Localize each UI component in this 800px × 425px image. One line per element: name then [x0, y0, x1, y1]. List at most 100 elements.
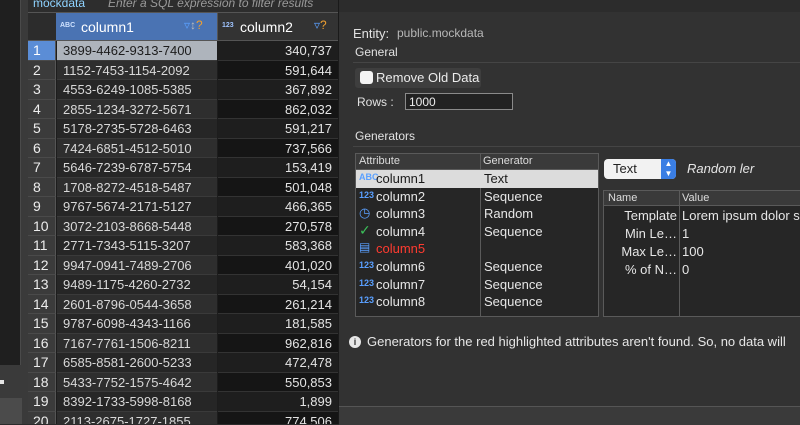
row-number[interactable]: 9	[28, 197, 56, 217]
row-number[interactable]: 2	[28, 60, 56, 80]
row-number[interactable]: 12	[28, 255, 56, 275]
cell-column1[interactable]: 5646-7239-6787-5754	[57, 158, 217, 178]
table-row[interactable]: 3 4553-6249-1085-5385 367,892	[28, 80, 338, 100]
table-row[interactable]: 7 5646-7239-6787-5754 153,419	[28, 158, 338, 178]
checkbox-box[interactable]	[360, 71, 373, 84]
table-row[interactable]: 2 1152-7453-1154-2092 591,644	[28, 60, 338, 80]
row-number[interactable]: 20	[28, 411, 56, 424]
table-row[interactable]: 5 5178-2735-5728-6463 591,217	[28, 119, 338, 139]
table-row[interactable]: 12 9947-0941-7489-2706 401,020	[28, 255, 338, 275]
row-number[interactable]: 4	[28, 99, 56, 119]
cell-column2[interactable]: 1,899	[218, 392, 338, 412]
filter-input[interactable]: Enter a SQL expression to filter results	[108, 0, 313, 10]
cell-column2[interactable]: 472,478	[218, 353, 338, 373]
cell-column1[interactable]: 9947-0941-7489-2706	[57, 255, 217, 275]
cell-column2[interactable]: 340,737	[218, 41, 338, 61]
cell-column2[interactable]: 862,032	[218, 99, 338, 119]
rows-count-input[interactable]: 1000	[405, 93, 513, 110]
table-row[interactable]: 13 9489-1175-4260-2732 54,154	[28, 275, 338, 295]
table-row[interactable]: 6 7424-6851-4512-5010 737,566	[28, 138, 338, 158]
table-row[interactable]: 15 9787-6098-4343-1166 181,585	[28, 314, 338, 334]
type-select[interactable]: Text ▲ ▼	[604, 159, 676, 179]
cell-column1[interactable]: 2601-8796-0544-3658	[57, 294, 217, 314]
cell-column1[interactable]: 6585-8581-2600-5233	[57, 353, 217, 373]
cell-column1[interactable]: 5178-2735-5728-6463	[57, 119, 217, 139]
row-number[interactable]: 10	[28, 216, 56, 236]
filter-bar[interactable]: mockdata Enter a SQL expression to filte…	[28, 0, 338, 13]
table-row[interactable]: 9 9767-5674-2171-5127 466,365	[28, 197, 338, 217]
cell-column2[interactable]: 962,816	[218, 333, 338, 353]
row-number[interactable]: 8	[28, 177, 56, 197]
row-number[interactable]: 19	[28, 392, 56, 412]
cell-column1[interactable]: 2855-1234-3272-5671	[57, 99, 217, 119]
generator-row[interactable]: ✓ column4 Sequence	[356, 222, 598, 241]
cell-column1[interactable]: 9787-6098-4343-1166	[57, 314, 217, 334]
row-number[interactable]: 1	[28, 41, 56, 61]
generator-row[interactable]: 123 column7 Sequence	[356, 276, 598, 294]
row-number[interactable]: 7	[28, 158, 56, 178]
table-row[interactable]: 20 2113-2675-1727-1855 774,506	[28, 411, 338, 424]
property-value[interactable]: Lorem ipsum dolor s	[682, 208, 800, 223]
generator-row[interactable]: ▤ column5	[356, 240, 598, 258]
row-number[interactable]: 11	[28, 236, 56, 256]
table-row[interactable]: 10 3072-2103-8668-5448 270,578	[28, 216, 338, 236]
row-number[interactable]: 3	[28, 80, 56, 100]
cell-column1[interactable]: 2113-2675-1727-1855	[57, 411, 217, 424]
cell-column1[interactable]: 1152-7453-1154-2092	[57, 60, 217, 80]
attribute-header[interactable]: Attribute	[359, 155, 400, 167]
property-row[interactable]: Max Le… 100	[604, 243, 800, 261]
property-value[interactable]: 0	[682, 262, 689, 277]
table-row[interactable]: 16 7167-7761-1506-8211 962,816	[28, 333, 338, 353]
property-value[interactable]: 1	[682, 226, 689, 241]
generator-row[interactable]: ABC column1 Text	[356, 170, 598, 188]
cell-column2[interactable]: 54,154	[218, 275, 338, 295]
table-row[interactable]: 17 6585-8581-2600-5233 472,478	[28, 353, 338, 373]
table-row[interactable]: 8 1708-8272-4518-5487 501,048	[28, 177, 338, 197]
row-number[interactable]: 15	[28, 314, 56, 334]
column-header-column2[interactable]: 123 column2 ▿?	[218, 13, 338, 40]
corner-button[interactable]	[0, 398, 22, 424]
cell-column1[interactable]: 3899-4462-9313-7400	[57, 41, 217, 61]
property-row[interactable]: % of N… 0	[604, 261, 800, 279]
cell-column1[interactable]: 8392-1733-5998-8168	[57, 392, 217, 412]
generator-row[interactable]: 123 column6 Sequence	[356, 258, 598, 276]
cell-column2[interactable]: 737,566	[218, 138, 338, 158]
column-header-column1[interactable]: ABC column1 ▿↕?	[56, 13, 218, 40]
row-number[interactable]: 17	[28, 353, 56, 373]
cell-column1[interactable]: 3072-2103-8668-5448	[57, 216, 217, 236]
cell-column2[interactable]: 181,585	[218, 314, 338, 334]
cell-column1[interactable]: 1708-8272-4518-5487	[57, 177, 217, 197]
table-row[interactable]: 14 2601-8796-0544-3658 261,214	[28, 294, 338, 314]
cell-column2[interactable]: 550,853	[218, 372, 338, 392]
generator-row[interactable]: 123 column2 Sequence	[356, 188, 598, 206]
table-row[interactable]: 11 2771-7343-5115-3207 583,368	[28, 236, 338, 256]
cell-column2[interactable]: 261,214	[218, 294, 338, 314]
cell-column2[interactable]: 153,419	[218, 158, 338, 178]
generator-header[interactable]: Generator	[483, 155, 533, 167]
row-number[interactable]: 14	[28, 294, 56, 314]
table-row[interactable]: 4 2855-1234-3272-5671 862,032	[28, 99, 338, 119]
generator-row[interactable]: ◷ column3 Random	[356, 205, 598, 223]
cell-column1[interactable]: 2771-7343-5115-3207	[57, 236, 217, 256]
generator-row[interactable]: 123 column8 Sequence	[356, 293, 598, 311]
cell-column1[interactable]: 9489-1175-4260-2732	[57, 275, 217, 295]
cell-column1[interactable]: 5433-7752-1575-4642	[57, 372, 217, 392]
cell-column2[interactable]: 466,365	[218, 197, 338, 217]
row-number[interactable]: 6	[28, 138, 56, 158]
cell-column2[interactable]: 583,368	[218, 236, 338, 256]
row-number[interactable]: 16	[28, 333, 56, 353]
table-row[interactable]: 1 3899-4462-9313-7400 340,737	[28, 41, 338, 61]
cell-column2[interactable]: 401,020	[218, 255, 338, 275]
row-number[interactable]: 5	[28, 119, 56, 139]
cell-column1[interactable]: 7424-6851-4512-5010	[57, 138, 217, 158]
property-value[interactable]: 100	[682, 244, 704, 259]
table-row[interactable]: 19 8392-1733-5998-8168 1,899	[28, 392, 338, 412]
property-row[interactable]: Min Le… 1	[604, 225, 800, 243]
row-number[interactable]: 18	[28, 372, 56, 392]
cell-column2[interactable]: 501,048	[218, 177, 338, 197]
cell-column2[interactable]: 591,644	[218, 60, 338, 80]
cell-column1[interactable]: 9767-5674-2171-5127	[57, 197, 217, 217]
row-number[interactable]: 13	[28, 275, 56, 295]
property-row[interactable]: Template Lorem ipsum dolor s	[604, 207, 800, 225]
cell-column2[interactable]: 591,217	[218, 119, 338, 139]
